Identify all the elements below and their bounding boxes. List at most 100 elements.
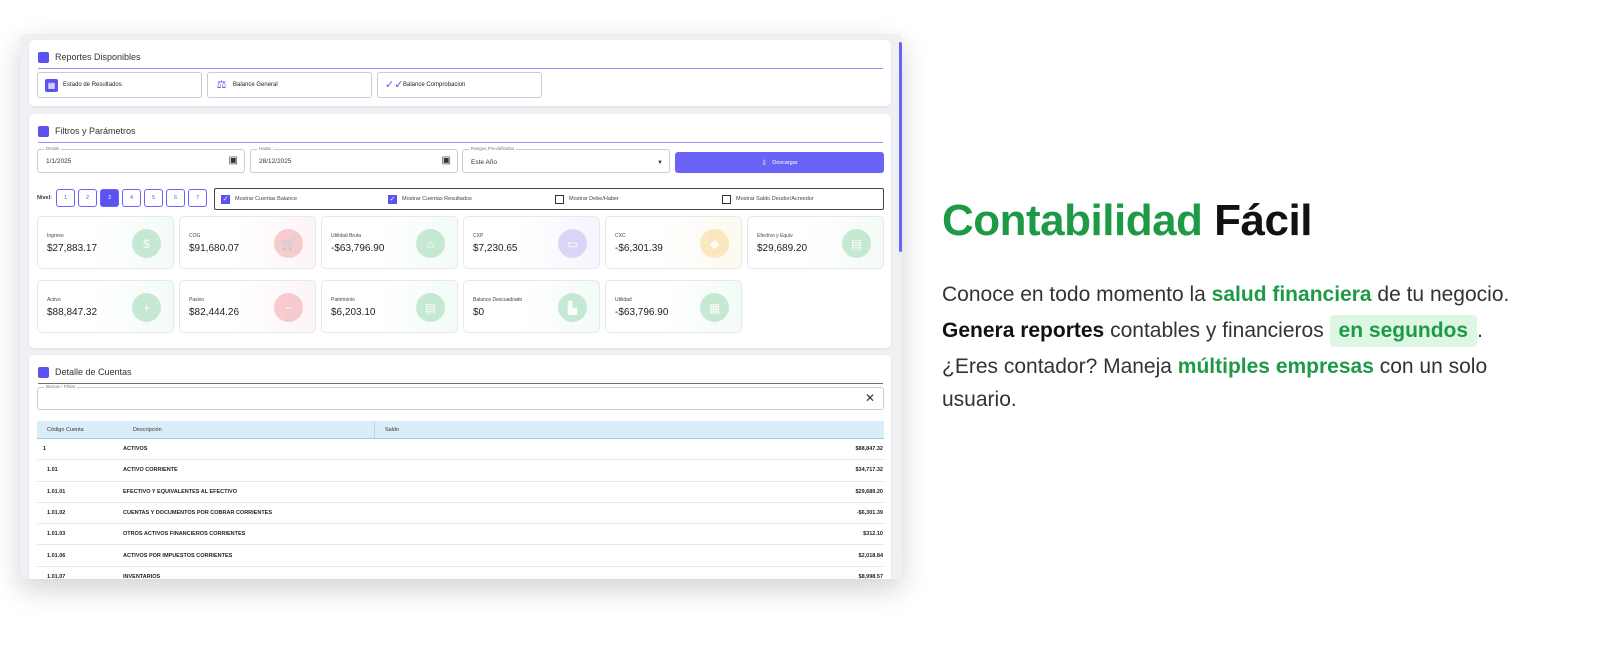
table-row[interactable]: 1.01.07 INVENTARIOS $8,998.57 <box>37 567 884 579</box>
nivel-button-5[interactable]: 5 <box>143 189 163 207</box>
chevron-down-icon: ▼ <box>657 160 663 166</box>
summary-card: Efectivo y Equiv. $29,689.20 ▤ <box>747 216 884 269</box>
report-button-label: Estado de Resultados <box>63 82 122 88</box>
nivel-button-1[interactable]: 1 <box>55 189 75 207</box>
search-input[interactable]: Buscar / Filtrar ✕ <box>37 384 884 410</box>
checkbox-empty-icon <box>555 194 564 204</box>
cell-saldo: $8,998.57 <box>858 573 883 579</box>
bank-icon: ⌂ <box>416 229 445 258</box>
accounts-table: Código Cuenta Descripción Saldo 1 ACTIVOS… <box>37 421 884 579</box>
column-header-descripcion[interactable]: Descripción <box>123 421 375 438</box>
calendar-picker-icon[interactable]: ▣ <box>229 156 238 166</box>
cell-description: OTROS ACTIVOS FINANCIEROS CORRIENTES <box>123 531 246 538</box>
report-balance-general-button[interactable]: ⚖ Balance General <box>207 72 372 98</box>
scrollbar-thumb[interactable] <box>899 42 902 252</box>
cell-description: ACTIVOS POR IMPUESTOS CORRIENTES <box>123 552 233 559</box>
header-divider <box>38 142 883 143</box>
cell-code: 1.01.07 <box>47 573 66 579</box>
card-icon: ▭ <box>558 229 587 258</box>
rangos-label: Rangos Pre-definidos <box>469 146 517 151</box>
details-panel: Detalle de Cuentas Buscar / Filtrar ✕ Có… <box>29 355 891 579</box>
column-header-codigo[interactable]: Código Cuenta <box>37 427 123 433</box>
calendar-picker-icon[interactable]: ▣ <box>442 156 451 166</box>
line-1-end: de tu negocio. <box>1371 283 1510 306</box>
double-check-icon: ✓✓ <box>385 78 404 91</box>
hasta-date-field[interactable]: Hasta 28/12/2025 ▣ <box>250 146 458 173</box>
report-button-label: Balance Comprobacion <box>403 82 466 88</box>
headline-black: Fácil <box>1214 196 1312 245</box>
table-row[interactable]: 1.01.02 CUENTAS Y DOCUMENTOS POR COBRAR C… <box>37 503 884 525</box>
table-icon <box>38 366 49 378</box>
minus-icon: − <box>274 293 303 322</box>
cell-saldo: $34,717.32 <box>855 467 883 474</box>
summary-card: Utilidad Bruta -$63,796.90 ⌂ <box>321 216 458 269</box>
nivel-label: Nivel: <box>37 195 52 201</box>
cell-description: CUENTAS Y DOCUMENTOS POR COBRAR CORRIENT… <box>123 510 273 517</box>
nivel-button-4[interactable]: 4 <box>121 189 141 207</box>
checkbox-cuentas-resultados[interactable]: ✓ Mostrar Cuentas Resultados <box>382 194 549 204</box>
cell-saldo: $88,847.32 <box>855 446 883 453</box>
summary-card: Balance Descuadrado $0 ▙ <box>463 280 600 333</box>
line-2-text: contables y financieros <box>1104 319 1330 342</box>
cell-description: ACTIVO CORRIENTE <box>123 467 178 474</box>
receipt-icon: ▦ <box>700 293 729 322</box>
close-icon[interactable]: ✕ <box>865 392 875 404</box>
download-icon: ⇩ <box>761 159 768 167</box>
rangos-select[interactable]: Rangos Pre-definidos Este Año ▼ <box>462 146 670 173</box>
column-header-saldo[interactable]: Saldo <box>375 427 399 433</box>
line-2: Genera reportes contables y financieros … <box>942 313 1542 349</box>
summary-card: Ingreso $27,883.17 $ <box>37 216 174 269</box>
report-balance-comprobacion-button[interactable]: ✓✓ Balance Comprobacion <box>377 72 542 98</box>
check-icon: ✓ <box>221 194 230 204</box>
summary-card: CXC -$6,301.39 ◆ <box>605 216 742 269</box>
document-icon <box>38 51 49 63</box>
summary-card: Utilidad -$63,796.90 ▦ <box>605 280 742 333</box>
rangos-value: Este Año <box>471 159 498 166</box>
checkbox-cuentas-balance[interactable]: ✓ Mostrar Cuentas Balance <box>215 194 382 204</box>
calendar-icon <box>38 125 49 137</box>
line-3-end: con un solo <box>1373 355 1488 378</box>
checkbox-debe-haber[interactable]: Mostrar Debe/Haber <box>549 194 716 204</box>
cell-description: INVENTARIOS <box>123 573 161 579</box>
nivel-button-6[interactable]: 6 <box>165 189 185 207</box>
table-row[interactable]: 1.01 ACTIVO CORRIENTE $34,717.32 <box>37 460 884 482</box>
checkbox-empty-icon <box>722 194 731 204</box>
details-panel-title: Detalle de Cuentas <box>55 367 132 377</box>
line-1: Conoce en todo momento la salud financie… <box>942 277 1542 313</box>
cash-icon: ▤ <box>842 229 871 258</box>
cell-code: 1.01.01 <box>47 488 66 495</box>
filters-panel-header: Filtros y Parámetros <box>38 122 883 143</box>
nivel-button-2[interactable]: 2 <box>77 189 97 207</box>
nivel-button-7[interactable]: 7 <box>187 189 207 207</box>
cell-saldo: $29,689.20 <box>855 488 883 495</box>
multiples-empresas-highlight: múltiples empresas <box>1177 355 1374 378</box>
desde-date-field[interactable]: Desde 1/1/2025 ▣ <box>37 146 245 173</box>
table-body: 1 ACTIVOS $88,847.32 1.01 ACTIVO CORRIENTE $3… <box>37 439 884 579</box>
genera-reportes-highlight: Genera reportes <box>942 319 1105 342</box>
report-estado-resultados-button[interactable]: ▦ Estado de Resultados <box>37 72 202 98</box>
table-row[interactable]: 1.01.06 ACTIVOS POR IMPUESTOS CORRIENTES $… <box>37 545 884 567</box>
cell-code: 1.01.06 <box>47 552 66 559</box>
filters-panel-title: Filtros y Parámetros <box>55 126 136 136</box>
nivel-button-3[interactable]: 3 <box>99 189 119 207</box>
description: Conoce en todo momento la salud financie… <box>942 277 1542 415</box>
nivel-selector: Nivel: 1 2 3 4 5 6 7 <box>37 189 210 207</box>
download-button[interactable]: ⇩ Descargar <box>675 152 884 173</box>
tag-icon: ◆ <box>700 229 729 258</box>
checkbox-label: Mostrar Debe/Haber <box>569 196 619 202</box>
line-2-end: . <box>1477 319 1483 342</box>
summary-card: CXP $7,230.65 ▭ <box>463 216 600 269</box>
desde-value: 1/1/2025 <box>46 158 72 165</box>
cell-description: ACTIVOS <box>123 446 148 453</box>
table-row[interactable]: 1.01.03 OTROS ACTIVOS FINANCIEROS CORRIEN… <box>37 524 884 546</box>
table-row[interactable]: 1.01.01 EFECTIVO Y EQUIVALENTES AL EFECTI… <box>37 482 884 503</box>
report-button-label: Balance General <box>233 82 278 88</box>
header-divider <box>38 383 883 384</box>
line-1-text: Conoce en todo momento la <box>942 283 1212 306</box>
table-row[interactable]: 1 ACTIVOS $88,847.32 <box>37 439 884 461</box>
checkbox-saldo-deudor-acreedor[interactable]: Mostrar Saldo Deudor/Acreedor <box>716 194 883 204</box>
table-icon: ▦ <box>45 78 58 92</box>
cell-saldo: -$6,301.39 <box>856 510 883 517</box>
dollar-icon: $ <box>132 229 161 258</box>
summary-card: Activo $88,847.32 + <box>37 280 174 333</box>
